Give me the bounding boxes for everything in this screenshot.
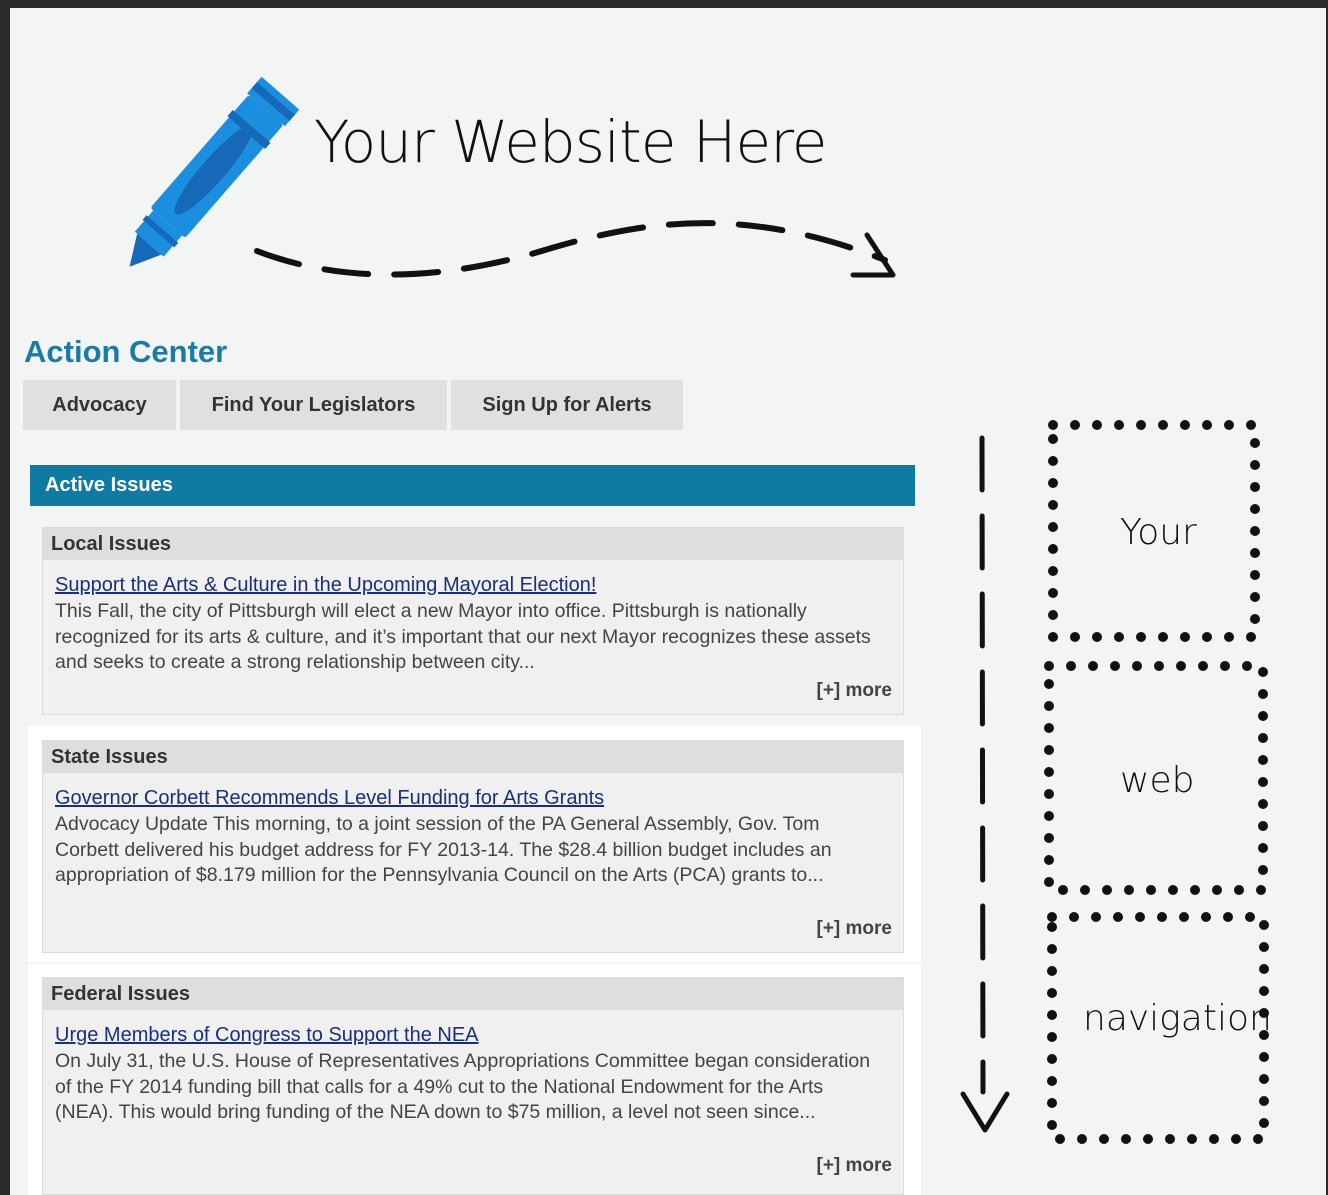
issue-summary: Advocacy Update This morning, to a joint… [55,813,832,886]
tab-find-your-legislators[interactable]: Find Your Legislators [180,380,447,430]
issue-link[interactable]: Support the Arts & Culture in the Upcomi… [55,574,903,597]
issue-link[interactable]: Governor Corbett Recommends Level Fundin… [55,787,903,810]
more-link[interactable]: [+] more [817,680,893,702]
more-link[interactable]: [+] more [817,1155,893,1177]
active-issues-bar: Active Issues [30,465,915,506]
tab-advocacy[interactable]: Advocacy [23,380,176,430]
panel-heading: Federal Issues [43,978,903,1010]
panel-heading: State Issues [43,741,903,773]
federal-issues-panel: Federal Issues Urge Members of Congress … [42,977,904,1195]
issue-link[interactable]: Urge Members of Congress to Support the … [55,1024,903,1047]
down-arrow-icon [960,435,1010,1133]
local-issues-panel: Local Issues Support the Arts & Culture … [42,527,904,715]
action-center-tabs: Advocacy Find Your Legislators Sign Up f… [23,380,687,430]
dashed-arrow-icon [254,220,896,278]
state-issues-panel: State Issues Governor Corbett Recommends… [42,740,904,953]
site-title: Your Website Here [314,108,827,176]
panel-heading: Local Issues [43,528,903,560]
more-link[interactable]: [+] more [817,918,893,940]
action-center-title: Action Center [24,334,228,369]
issue-summary: On July 31, the U.S. House of Representa… [55,1050,871,1123]
tab-sign-up-for-alerts[interactable]: Sign Up for Alerts [451,380,683,430]
issue-summary: This Fall, the city of Pittsburgh will e… [55,600,871,673]
nav-label-your: Your [1120,512,1197,553]
nav-label-web: web [1120,760,1195,801]
nav-label-navigation: navigation [1083,998,1272,1039]
